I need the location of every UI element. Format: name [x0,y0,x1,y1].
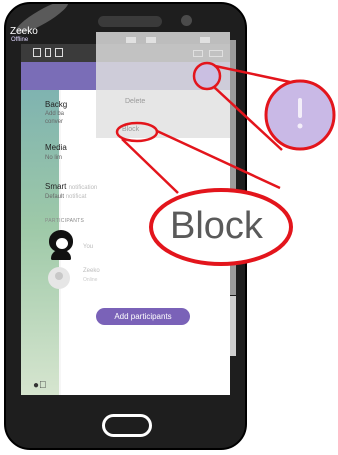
more-options-bar [298,98,302,118]
annotation-layer [115,61,336,266]
callout-line-top [214,64,291,84]
block-zoom-label: Block [170,205,263,247]
more-options-dot [297,123,303,129]
callout-line-left [121,138,179,194]
callout-line-right [156,129,281,190]
